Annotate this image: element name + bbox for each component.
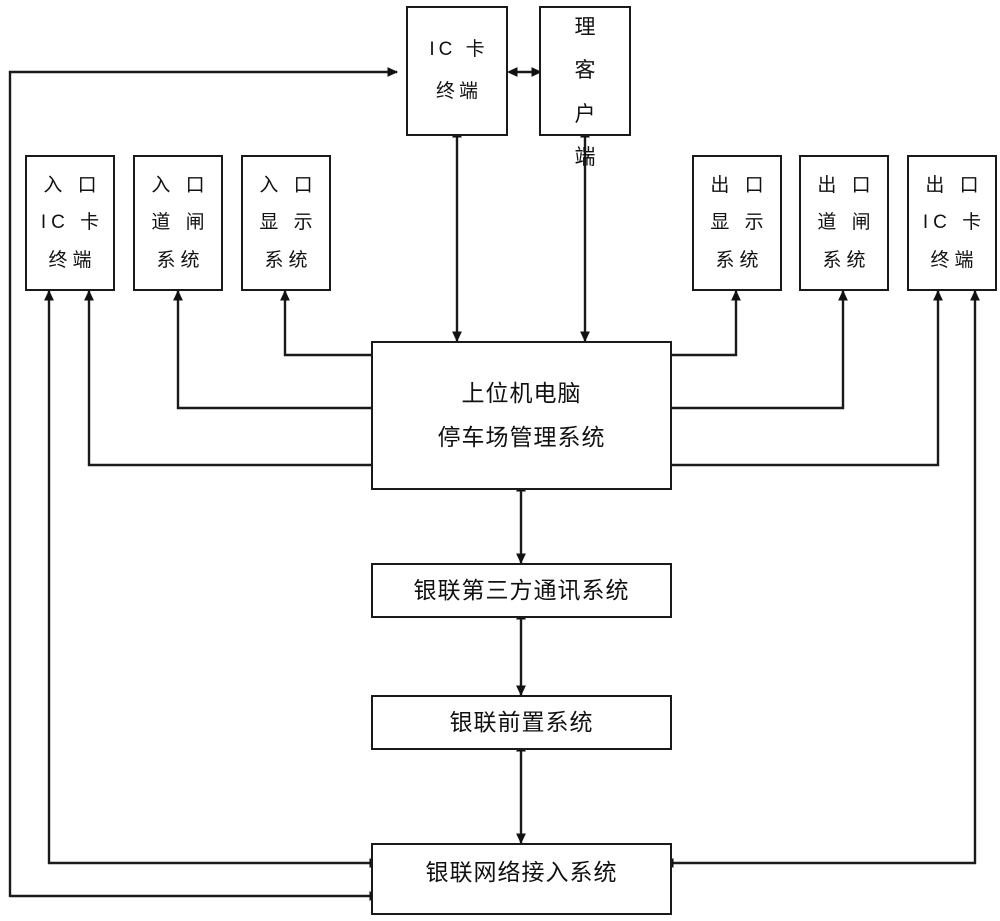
node-management-client-line-4: 端 [574, 145, 602, 169]
node-host-computer-parking-management[interactable]: 上位机电脑 停车场管理系统 [371, 341, 672, 490]
node-exit-barrier-system-line-0: 出 口 [817, 175, 876, 197]
node-entry-display-system-line-0: 入 口 [259, 175, 318, 197]
node-unionpay-front-end-label: 银联前置系统 [449, 709, 594, 736]
node-entry-ic-card-terminal-line-1: IC 卡 [40, 212, 105, 234]
node-management-client-line-3: 户 [574, 102, 602, 126]
node-exit-barrier-system-line-2: 系统 [822, 249, 871, 271]
node-ic-card-terminal-line-0: IC 卡 [429, 39, 489, 61]
node-management-client-line-2: 客 [574, 59, 602, 83]
node-exit-ic-card-terminal-line-2: 终端 [930, 249, 979, 271]
node-exit-display-system-line-0: 出 口 [710, 175, 769, 197]
wire-network-access-to-exit-ic-terminal [663, 290, 980, 868]
node-entry-display-system-line-2: 系统 [264, 249, 313, 271]
node-unionpay-third-party-communication[interactable]: 银联第三方通讯系统 [371, 563, 672, 618]
wire-host-to-entry-ic-terminal [84, 290, 371, 467]
wire-host-to-entry-barrier [173, 290, 371, 410]
wire-host-to-exit-ic-terminal [672, 290, 943, 467]
node-entry-barrier-system-line-2: 系统 [156, 249, 205, 271]
node-exit-barrier-system[interactable]: 出 口 道 闸 系统 [799, 155, 889, 291]
node-exit-ic-card-terminal-line-0: 出 口 [925, 175, 984, 197]
node-exit-display-system-line-2: 系统 [715, 249, 764, 271]
node-entry-barrier-system-line-0: 入 口 [151, 175, 210, 197]
node-management-client-line-1: 理 [574, 16, 602, 40]
node-entry-barrier-system-line-1: 道 闸 [151, 212, 210, 234]
node-exit-barrier-system-line-1: 道 闸 [817, 212, 876, 234]
node-unionpay-network-access-label: 银联网络接入系统 [425, 858, 618, 885]
wire-host-to-exit-display [672, 290, 741, 357]
node-entry-ic-card-terminal-line-0: 入 口 [43, 175, 102, 197]
node-unionpay-front-end[interactable]: 银联前置系统 [371, 695, 672, 750]
node-entry-display-system-line-1: 显 示 [259, 212, 318, 234]
wire-network-access-to-entry-ic-terminal [44, 290, 380, 868]
diagram-canvas: IC 卡 终端 管 理 客 户 端 入 口 IC 卡 终端 入 口 道 闸 系统… [0, 0, 1000, 921]
node-entry-display-system[interactable]: 入 口 显 示 系统 [241, 155, 331, 291]
node-ic-card-terminal-line-1: 终端 [435, 81, 482, 102]
node-entry-barrier-system[interactable]: 入 口 道 闸 系统 [133, 155, 223, 291]
node-unionpay-network-access[interactable]: 银联网络接入系统 [371, 843, 672, 915]
node-exit-display-system[interactable]: 出 口 显 示 系统 [692, 155, 782, 291]
node-management-client[interactable]: 管 理 客 户 端 [539, 6, 631, 169]
node-exit-ic-card-terminal-line-1: IC 卡 [922, 212, 987, 234]
node-entry-ic-card-terminal[interactable]: 入 口 IC 卡 终端 [25, 155, 115, 291]
node-ic-card-terminal[interactable]: IC 卡 终端 [406, 6, 508, 136]
wire-host-to-entry-display [280, 290, 371, 357]
node-entry-ic-card-terminal-line-2: 终端 [48, 249, 97, 271]
node-unionpay-third-party-label: 银联第三方通讯系统 [413, 577, 630, 604]
node-exit-display-system-line-1: 显 示 [710, 212, 769, 234]
node-host-computer-line-0: 上位机电脑 [461, 379, 582, 406]
node-host-computer-line-1: 停车场管理系统 [437, 423, 606, 450]
wire-host-to-exit-barrier [672, 290, 848, 410]
node-exit-ic-card-terminal[interactable]: 出 口 IC 卡 终端 [907, 155, 997, 291]
